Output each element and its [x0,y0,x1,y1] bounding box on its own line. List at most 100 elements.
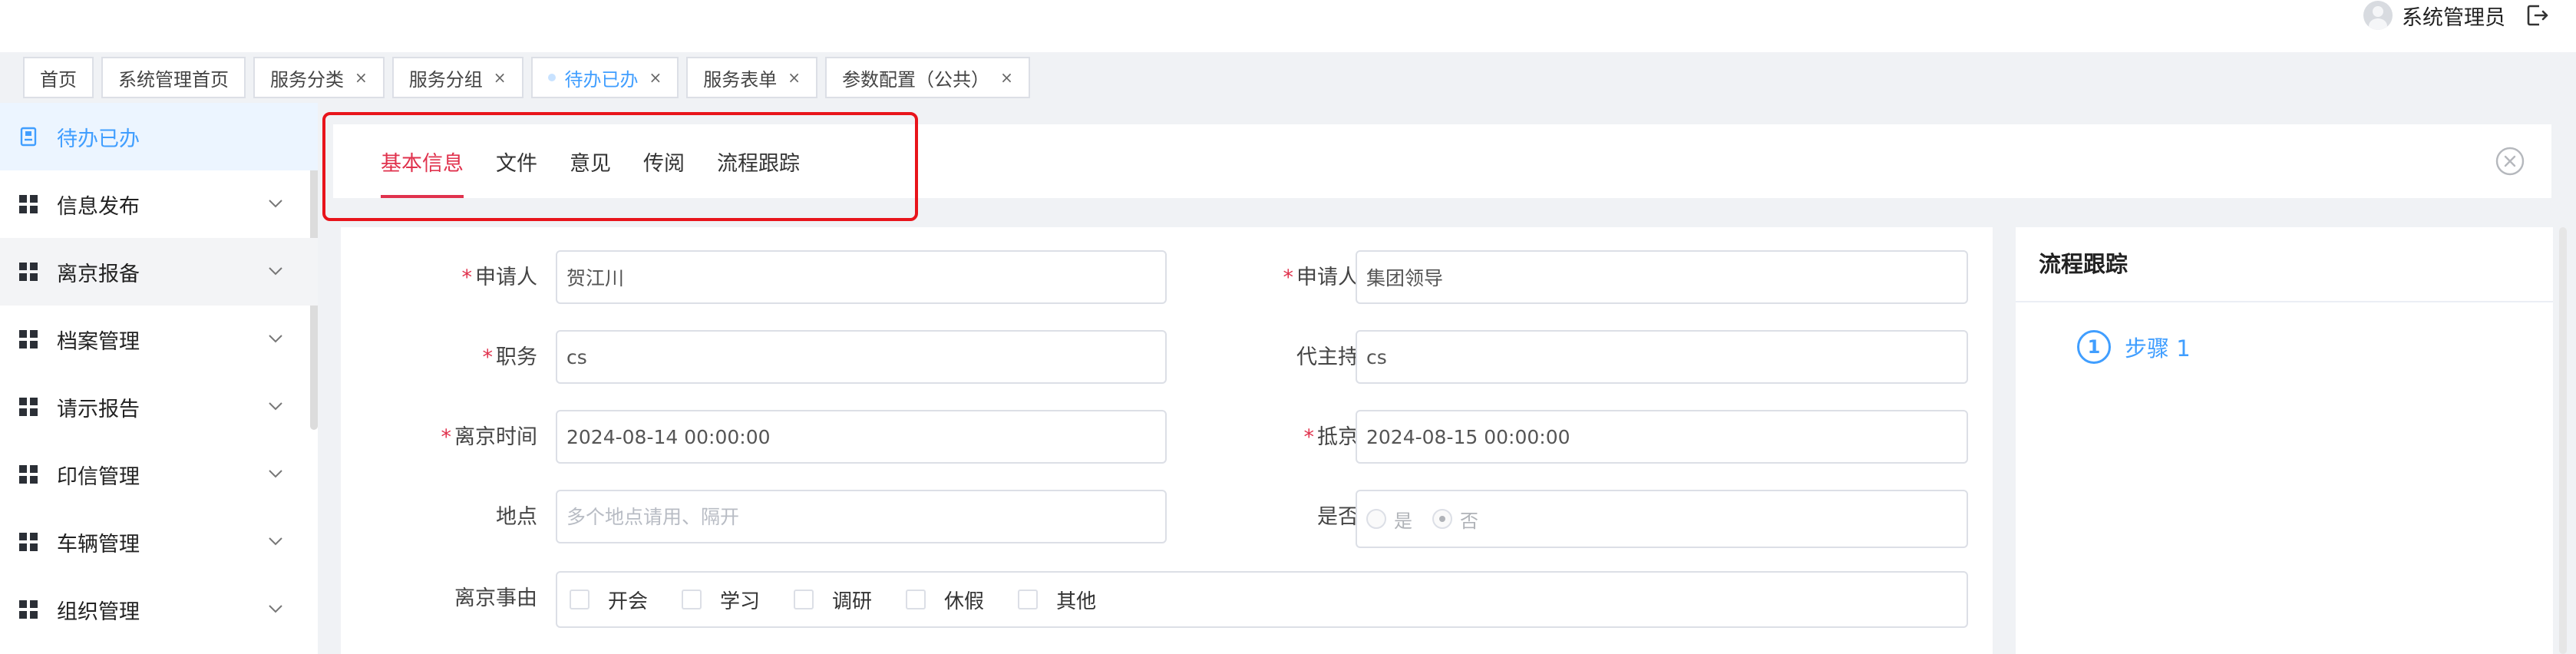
radio-option-1[interactable]: 否 [1432,506,1478,533]
grid-icon [19,195,38,213]
position-input[interactable] [556,330,1167,384]
sidebar-item-1[interactable]: 信息发布 [0,170,318,238]
step-number-badge: 1 [2077,330,2111,364]
chevron-down-icon[interactable] [267,195,284,212]
sidebar-item-7[interactable]: 组织管理 [0,576,318,643]
step-label: 步骤 1 [2125,335,2191,362]
detail-tabs: 基本信息 文件 意见 传阅 流程跟踪 [381,124,800,198]
logout-icon[interactable] [2525,3,2550,28]
flow-panel-title: 流程跟踪 [2039,251,2129,277]
detail-tab-3[interactable]: 传阅 [643,124,685,198]
user-name[interactable]: 系统管理员 [2402,1,2505,31]
reason-option-3[interactable]: 休假 [906,586,984,614]
reason-option-0[interactable]: 开会 [570,586,648,614]
page-tab-6[interactable]: 参数配置（公共） × [825,57,1030,98]
page-tab-1[interactable]: 系统管理首页 [101,57,246,98]
sidebar-item-0[interactable]: 待办已办 [0,103,318,170]
sidebar-item-label: 待办已办 [57,127,140,151]
page-tab-2[interactable]: 服务分类 × [253,57,385,98]
page-tab-label: 首页 [40,68,77,91]
page-tab-label: 待办已办 [564,68,639,91]
sidebar-item-2[interactable]: 离京报备 [0,238,318,306]
page-tab-3[interactable]: 服务分组 × [391,57,523,98]
page-tab-label: 服务分类 [270,68,344,91]
applicant-dept-input[interactable] [1356,250,1968,304]
location-label: 地点 [496,505,537,529]
page-tab-0[interactable]: 首页 [23,57,94,98]
sidebar-item-4[interactable]: 请示报告 [0,373,318,441]
sidebar-item-3[interactable]: 档案管理 [0,306,318,373]
user-menu[interactable]: 系统管理员 [2363,0,2505,31]
location-input[interactable] [556,490,1167,543]
detail-tab-4[interactable]: 流程跟踪 [717,124,800,198]
document-icon [20,127,37,147]
sidebar-item-label: 信息发布 [57,194,140,219]
checkbox-label: 调研 [832,590,873,613]
tab-close-icon[interactable]: × [355,68,368,87]
form-row-reason: 离京事由 开会 学习 调研 休假 其他 [341,571,1993,628]
detail-tab-2[interactable]: 意见 [570,124,611,198]
sidebar-item-label: 档案管理 [57,329,140,354]
form-row-times: *离京时间 *抵京时间 [341,410,1993,465]
acting-input[interactable] [1356,330,1968,384]
flow-tracking-panel: 流程跟踪 1 步骤 1 [2016,227,2553,654]
page-tabs-bar: 首页 系统管理首页 服务分类 × 服务分组 × 待办已办 × 服务表单 × 参数配置（公共） × [0,52,2576,103]
leave-time-input[interactable] [556,410,1167,464]
basic-info-form: *申请人 *申请人部门 *职务 代主持工作 *离京时间 *抵京时间 [341,227,1993,654]
checkbox-label: 其他 [1056,590,1097,613]
leave-beijing-radio-group: 是否 [1356,490,1968,548]
radio-button[interactable] [1366,509,1386,529]
chevron-down-icon[interactable] [267,398,284,415]
radio-button[interactable] [1432,509,1452,529]
sidebar-item-label: 印信管理 [57,464,140,489]
applicant-input[interactable] [556,250,1167,304]
chevron-down-icon[interactable] [267,263,284,279]
close-circle-icon[interactable] [2495,146,2525,177]
form-row-location: 地点 是否离京 是否 [341,490,1993,548]
page-tab-label: 服务分组 [408,68,483,91]
chevron-down-icon[interactable] [267,533,284,550]
detail-tabs-card: 基本信息 文件 意见 传阅 流程跟踪 [333,124,2551,198]
active-tab-dot-icon [547,74,556,81]
grid-icon [19,398,38,416]
flow-step[interactable]: 1 步骤 1 [2077,330,2191,364]
chevron-down-icon[interactable] [267,600,284,617]
grid-icon [19,465,38,484]
page-tab-4[interactable]: 待办已办 × [530,57,679,98]
checkbox[interactable] [570,590,590,609]
radio-option-0[interactable]: 是 [1366,506,1412,533]
checkbox[interactable] [682,590,702,609]
page-tab-5[interactable]: 服务表单 × [686,57,818,98]
reason-option-4[interactable]: 其他 [1018,586,1096,614]
checkbox[interactable] [794,590,814,609]
tab-close-icon[interactable]: × [494,68,507,87]
top-header: 系统管理员 [0,0,2576,52]
detail-tab-0[interactable]: 基本信息 [381,124,464,198]
leave-time-label: * 离京时间 [441,425,538,449]
chevron-down-icon[interactable] [267,465,284,482]
reason-label: 离京事由 [454,586,537,610]
sidebar-item-label: 请示报告 [57,397,140,421]
checkbox[interactable] [906,590,926,609]
page-tab-label: 系统管理首页 [118,68,229,91]
main-scrollbar[interactable] [2559,227,2567,654]
checkbox[interactable] [1018,590,1039,609]
form-row-position: *职务 代主持工作 [341,330,1993,385]
user-avatar-icon[interactable] [2363,1,2393,30]
sidebar-item-5[interactable]: 印信管理 [0,441,318,508]
sidebar-item-6[interactable]: 车辆管理 [0,508,318,576]
detail-tab-1[interactable]: 文件 [496,124,537,198]
form-row-applicant: *申请人 *申请人部门 [341,250,1993,306]
arrive-time-input[interactable] [1356,410,1968,464]
chevron-down-icon[interactable] [267,330,284,347]
reason-option-2[interactable]: 调研 [794,586,872,614]
reason-option-1[interactable]: 学习 [682,586,760,614]
grid-icon [19,533,38,551]
position-label: * 职务 [482,345,538,369]
applicant-label: * 申请人 [461,266,538,289]
tab-close-icon[interactable]: × [1000,68,1013,87]
tab-close-icon[interactable]: × [649,68,662,87]
radio-option-label: 是 [1394,510,1412,532]
page-tab-label: 服务表单 [703,68,778,91]
tab-close-icon[interactable]: × [788,68,801,87]
